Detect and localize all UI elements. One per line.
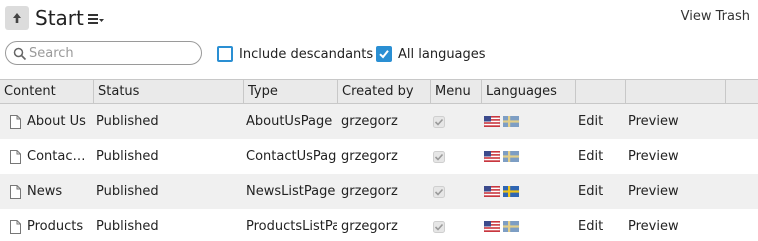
- page-title: Start: [35, 6, 84, 30]
- type-cell: AboutUsPage: [246, 114, 333, 129]
- search-input[interactable]: [29, 44, 197, 62]
- content-name: Contact Us: [27, 149, 87, 164]
- column-header-menu[interactable]: Menu: [431, 80, 482, 103]
- type-cell: NewsListPage: [246, 184, 336, 199]
- type-cell: ContactUsPage: [246, 149, 337, 164]
- table-row[interactable]: Products Published ProductsListPage grze…: [0, 209, 758, 241]
- us-flag-icon: [484, 221, 500, 232]
- menu-cell: [433, 139, 478, 174]
- navigate-up-button[interactable]: [5, 6, 29, 30]
- view-trash-link[interactable]: View Trash: [681, 9, 750, 25]
- table-row[interactable]: News Published NewsListPage grzegorz Edi…: [0, 174, 758, 209]
- content-cell[interactable]: Products: [8, 209, 88, 241]
- edit-link[interactable]: Edit: [578, 174, 623, 209]
- us-flag-icon: [484, 186, 500, 197]
- search-box: [5, 41, 202, 65]
- all-languages-toggle[interactable]: All languages: [376, 46, 486, 62]
- menu-checkbox: [433, 221, 445, 233]
- edit-link[interactable]: Edit: [578, 104, 623, 139]
- languages-cell: [484, 174, 574, 209]
- page-icon: [10, 185, 21, 199]
- all-languages-checkbox[interactable]: [376, 46, 392, 62]
- content-cell[interactable]: Contact Us: [8, 139, 88, 174]
- menu-cell: [433, 104, 478, 139]
- column-header-content[interactable]: Content: [0, 80, 94, 103]
- content-name: About Us: [27, 114, 86, 129]
- content-name: News: [27, 184, 63, 199]
- page-icon: [10, 150, 21, 164]
- us-flag-icon: [484, 116, 500, 127]
- status-cell: Published: [96, 184, 159, 199]
- edit-link[interactable]: Edit: [578, 139, 623, 174]
- include-descendants-label: Include descandants: [239, 46, 374, 62]
- status-cell: Published: [96, 149, 159, 164]
- column-header-type[interactable]: Type: [244, 80, 338, 103]
- page-icon: [10, 220, 21, 234]
- column-header-languages[interactable]: Languages: [482, 80, 576, 103]
- include-descendants-checkbox[interactable]: [217, 46, 233, 62]
- preview-link[interactable]: Preview: [628, 104, 723, 139]
- content-page-list: Start View Trash Include descandants All…: [0, 0, 758, 241]
- table-row[interactable]: Contact Us Published ContactUsPage grzeg…: [0, 139, 758, 174]
- preview-link[interactable]: Preview: [628, 174, 723, 209]
- sweden-flag-icon: [503, 221, 519, 232]
- sweden-flag-icon: [503, 151, 519, 162]
- all-languages-label: All languages: [398, 46, 486, 62]
- page-icon: [10, 115, 21, 129]
- created-by-cell: grzegorz: [341, 149, 398, 164]
- content-grid: Content Status Type Created by Menu Lang…: [0, 79, 758, 241]
- sort-menu-icon: [88, 14, 104, 24]
- menu-checkbox: [433, 116, 445, 128]
- edit-link[interactable]: Edit: [578, 209, 623, 241]
- type-cell: ProductsListPage: [246, 219, 337, 234]
- content-cell[interactable]: News: [8, 174, 88, 209]
- status-cell: Published: [96, 114, 159, 129]
- status-cell: Published: [96, 219, 159, 234]
- search-icon: [13, 47, 27, 61]
- sort-menu-button[interactable]: [88, 11, 104, 25]
- grid-header: Content Status Type Created by Menu Lang…: [0, 80, 758, 104]
- sweden-flag-icon: [503, 116, 519, 127]
- sweden-flag-icon: [503, 186, 519, 197]
- menu-cell: [433, 174, 478, 209]
- column-header-status[interactable]: Status: [94, 80, 244, 103]
- preview-link[interactable]: Preview: [628, 209, 723, 241]
- menu-checkbox: [433, 151, 445, 163]
- column-header-created-by[interactable]: Created by: [338, 80, 431, 103]
- content-name: Products: [27, 219, 84, 234]
- languages-cell: [484, 139, 574, 174]
- created-by-cell: grzegorz: [341, 114, 398, 129]
- preview-link[interactable]: Preview: [628, 139, 723, 174]
- arrow-up-icon: [13, 13, 21, 23]
- content-cell[interactable]: About Us: [8, 104, 88, 139]
- languages-cell: [484, 209, 574, 241]
- created-by-cell: grzegorz: [341, 184, 398, 199]
- us-flag-icon: [484, 151, 500, 162]
- checkmark-icon: [379, 50, 389, 59]
- column-header-preview: [626, 80, 726, 103]
- column-header-edit: [576, 80, 626, 103]
- include-descendants-toggle[interactable]: Include descandants: [217, 46, 373, 62]
- created-by-cell: grzegorz: [341, 219, 398, 234]
- menu-cell: [433, 209, 478, 241]
- table-row[interactable]: About Us Published AboutUsPage grzegorz …: [0, 104, 758, 139]
- menu-checkbox: [433, 186, 445, 198]
- languages-cell: [484, 104, 574, 139]
